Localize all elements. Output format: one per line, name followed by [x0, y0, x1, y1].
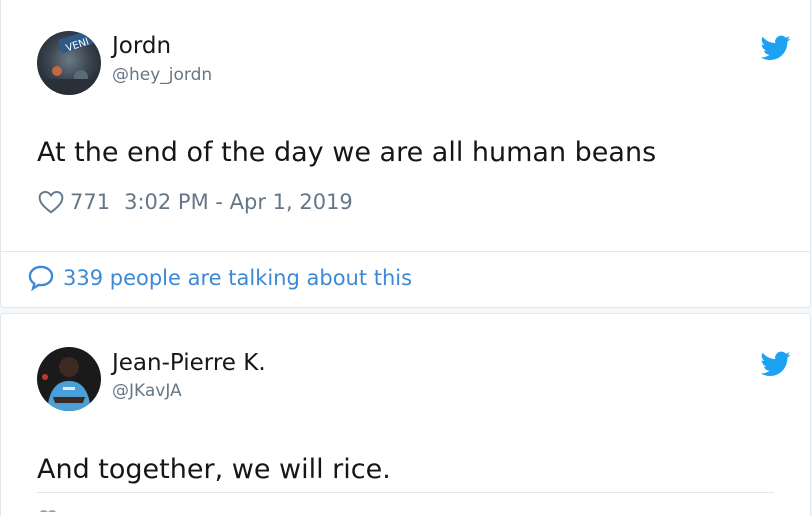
- cropped-meta-glyphs: [39, 510, 57, 512]
- timestamp[interactable]: 3:02 PM - Apr 1, 2019: [124, 190, 353, 214]
- twitter-bird-icon[interactable]: [761, 351, 791, 377]
- avatar[interactable]: VENI: [37, 31, 101, 95]
- author-handle[interactable]: @hey_jordn: [112, 65, 212, 85]
- twitter-bird-icon[interactable]: [761, 35, 791, 61]
- tweet-meta-cropped: [38, 506, 418, 512]
- talking-label: 339 people are talking about this: [63, 266, 413, 290]
- divider: [37, 492, 774, 493]
- talking-link[interactable]: 339 people are talking about this: [27, 264, 412, 292]
- divider: [1, 251, 810, 252]
- like-count[interactable]: 771: [70, 190, 110, 214]
- author-handle[interactable]: @JKavJA: [112, 381, 182, 401]
- speech-bubble-icon: [28, 265, 54, 292]
- tweet-text: And together, we will rice.: [37, 454, 391, 485]
- avatar[interactable]: [37, 347, 101, 411]
- tweet-text: At the end of the day we are all human b…: [37, 137, 657, 168]
- author-name[interactable]: Jean-Pierre K.: [112, 350, 266, 376]
- heart-icon[interactable]: [38, 190, 64, 214]
- avatar-image: [37, 347, 101, 411]
- tweet-card: VENI Jordn @hey_jordn At the end of the …: [0, 0, 811, 308]
- avatar-image: VENI: [37, 31, 101, 95]
- tweet-meta: 771 3:02 PM - Apr 1, 2019: [38, 190, 353, 214]
- author-name[interactable]: Jordn: [112, 33, 171, 59]
- tweet-embed-screenshot: VENI Jordn @hey_jordn At the end of the …: [0, 0, 812, 516]
- tweet-card: Jean-Pierre K. @JKavJA And together, we …: [0, 313, 811, 516]
